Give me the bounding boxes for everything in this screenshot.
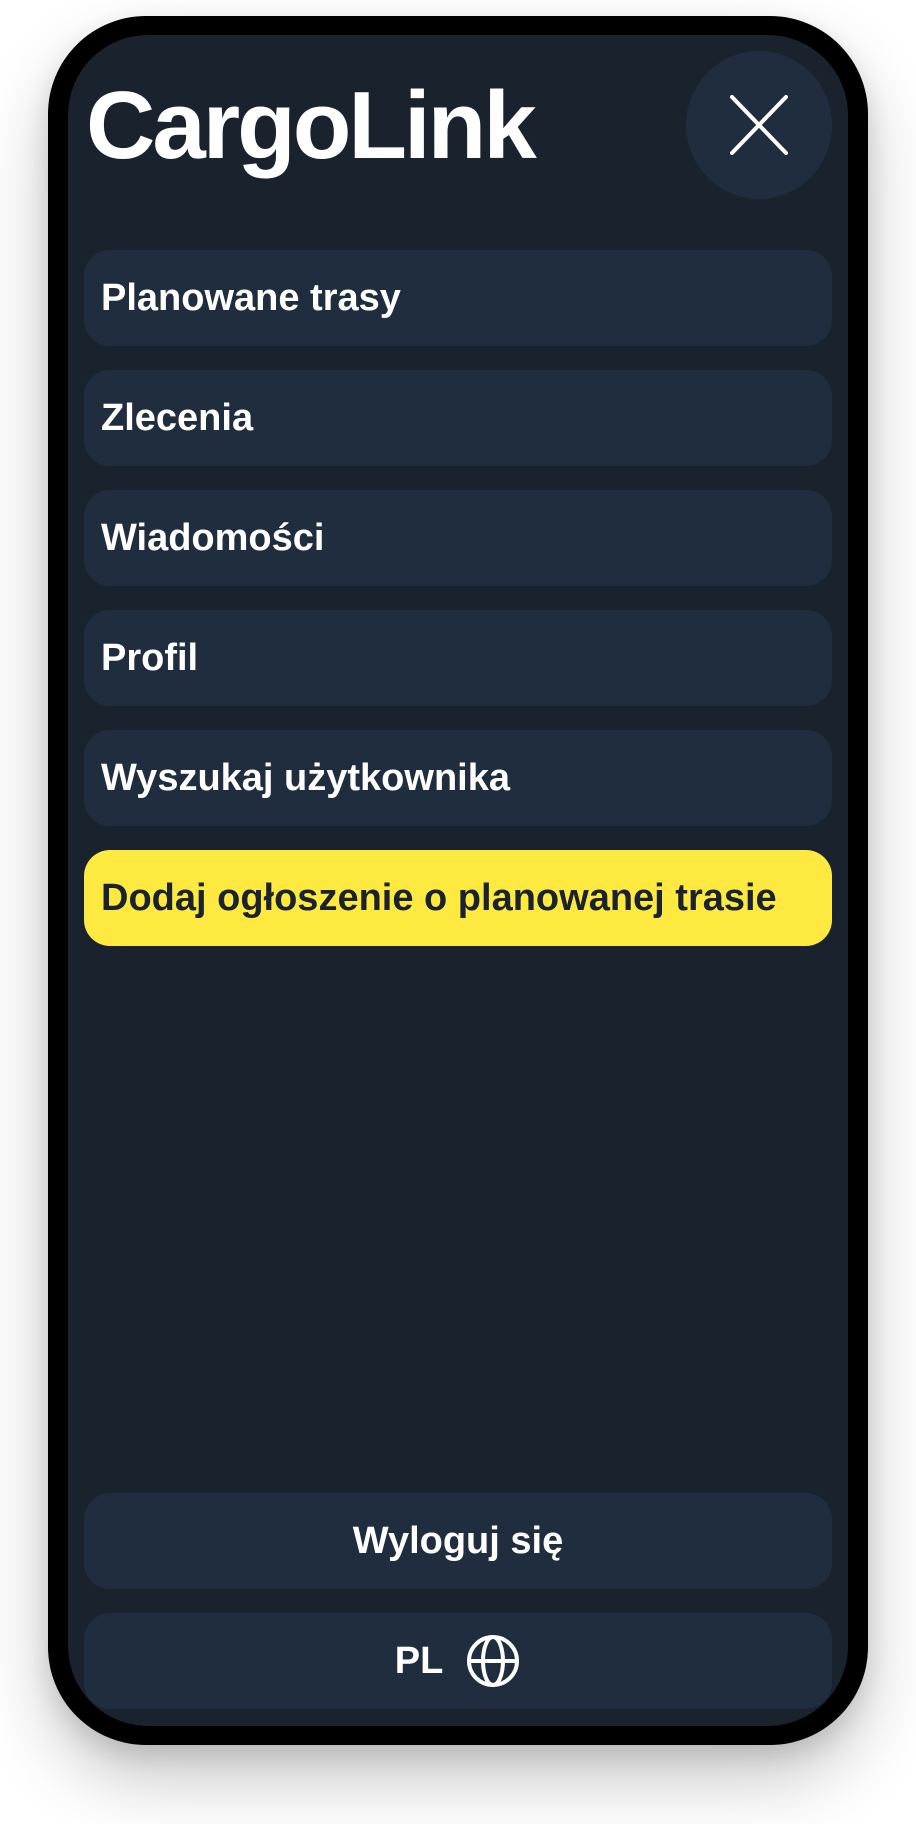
menu-item-search-user[interactable]: Wyszukaj użytkownika <box>84 730 832 826</box>
navigation-menu-screen: CargoLink Planowane trasy Zlecenia Wiado… <box>68 35 848 1726</box>
phone-frame: CargoLink Planowane trasy Zlecenia Wiado… <box>48 16 868 1745</box>
logout-button[interactable]: Wyloguj się <box>84 1493 832 1589</box>
page: CargoLink Planowane trasy Zlecenia Wiado… <box>0 0 916 1824</box>
menu-item-profile[interactable]: Profil <box>84 610 832 706</box>
logout-label: Wyloguj się <box>352 1519 564 1562</box>
main-menu: Planowane trasy Zlecenia Wiadomości Prof… <box>84 250 832 970</box>
globe-icon <box>467 1635 520 1687</box>
menu-item-messages[interactable]: Wiadomości <box>84 490 832 586</box>
language-switcher-button[interactable]: PL <box>84 1613 832 1709</box>
menu-item-planned-routes[interactable]: Planowane trasy <box>84 250 832 346</box>
menu-item-orders[interactable]: Zlecenia <box>84 370 832 466</box>
language-code: PL <box>394 1639 444 1682</box>
add-planned-route-button[interactable]: Dodaj ogłoszenie o planowanej trasie <box>84 850 832 946</box>
close-menu-button[interactable] <box>686 51 832 199</box>
close-icon <box>730 95 788 155</box>
app-title: CargoLink <box>86 72 537 179</box>
